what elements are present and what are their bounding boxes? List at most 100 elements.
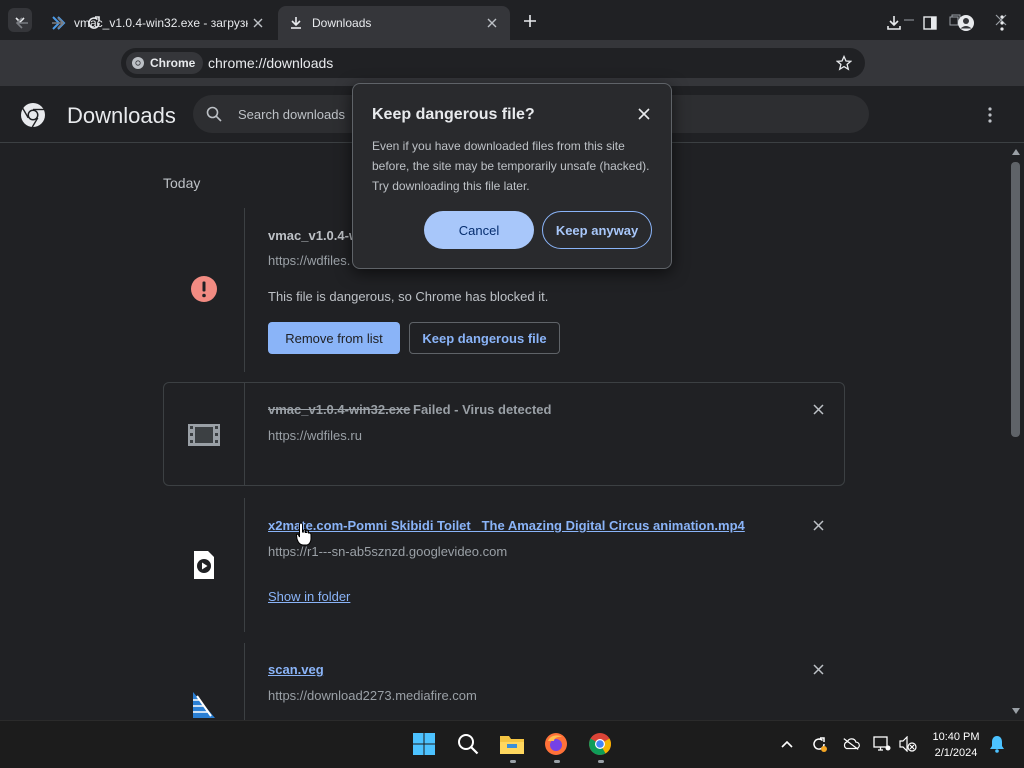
chrome-menu-button[interactable] [990,11,1014,35]
taskbar-search-button[interactable] [453,729,483,759]
download-filename-link[interactable]: x2mate.com-Pomni Skibidi Toilet _The Ama… [268,518,745,533]
remove-from-list-button[interactable]: Remove from list [268,322,400,354]
triangle-up-icon [1012,149,1020,155]
download-icon [887,16,901,30]
download-source: https://r1---sn-ab5sznzd.googlevideo.com [268,544,508,559]
notifications-button[interactable] [988,735,1006,753]
tab-downloads[interactable]: Downloads [278,6,510,40]
remove-item-button[interactable] [810,661,826,677]
side-panel-button[interactable] [918,11,942,35]
volume-muted-icon [899,736,917,752]
sync-tray-button[interactable] [810,735,828,753]
video-file-icon [188,549,220,581]
reload-button[interactable] [82,11,106,35]
dialog-body: Even if you have downloaded files from t… [372,139,650,193]
keep-anyway-button[interactable]: Keep anyway [542,211,652,249]
clock-date: 2/1/2024 [934,747,978,759]
download-source: https://wdfiles. [268,253,351,268]
dialog-title: Keep dangerous file? [372,106,535,123]
film-file-icon [188,419,220,451]
item-divider [244,383,245,485]
arrow-left-icon [15,17,28,29]
download-filename: vmac_v1.0.4-w [268,228,360,243]
windows-start-button[interactable] [409,729,439,759]
remove-item-button[interactable] [810,401,826,417]
search-input[interactable]: Search downloads [238,107,345,122]
profile-button[interactable] [954,11,978,35]
bell-icon [990,736,1004,753]
url-text[interactable]: chrome://downloads [208,55,333,71]
running-indicator [510,760,516,763]
item-divider [244,498,245,632]
tray-overflow-button[interactable] [778,735,796,753]
chrome-taskbar-button[interactable] [585,729,615,759]
dialog-close-button[interactable] [636,106,652,122]
download-filename-link[interactable]: scan.veg [268,662,324,677]
chrome-logo-icon [20,102,46,128]
onedrive-tray-button[interactable] [842,735,860,753]
side-panel-icon [923,16,937,30]
keep-dangerous-file-button[interactable]: Keep dangerous file [409,322,560,354]
folder-icon [500,736,524,754]
running-indicator [554,760,560,763]
item-divider [244,208,245,372]
scrollbar-thumb[interactable] [1011,162,1020,437]
page-title: Downloads [67,103,176,128]
site-chip[interactable]: Chrome [126,52,204,74]
network-icon [873,736,891,751]
show-in-folder-link[interactable]: Show in folder [268,589,350,604]
search-icon [206,106,222,122]
new-tab-button[interactable] [519,10,541,32]
downloads-more-button[interactable] [980,103,1000,127]
chrome-icon [589,733,611,755]
forward-button[interactable] [46,11,70,35]
close-icon[interactable] [248,13,268,33]
taskbar-clock[interactable]: 10:40 PM 2/1/2024 [928,729,984,761]
download-source: https://download2273.mediafire.com [268,688,477,703]
running-indicator [598,760,604,763]
chrome-icon [130,55,146,71]
danger-message: This file is dangerous, so Chrome has bl… [268,289,549,304]
download-filename: vmac_v1.0.4-win32.exe [268,402,411,417]
chevron-up-icon [781,740,793,748]
item-divider [244,643,245,720]
tab-title: Downloads [312,16,372,30]
close-icon [812,403,824,415]
tab-vmac[interactable]: vmac_v1.0.4-win32.exe - загрузка [38,6,276,40]
date-section-label: Today [163,175,201,191]
arrow-right-icon [52,17,65,29]
download-card [163,382,845,486]
windows-icon [413,733,435,755]
close-icon [812,663,824,675]
volume-tray-button[interactable] [899,735,917,753]
bookmark-star-button[interactable] [833,52,855,74]
clock-time: 10:40 PM [932,731,980,743]
close-icon[interactable] [482,13,502,33]
network-tray-button[interactable] [873,735,891,753]
more-vert-icon [988,107,992,123]
remove-item-button[interactable] [810,517,826,533]
firefox-icon [545,733,567,755]
sync-icon [813,737,827,752]
dialog-cancel-button[interactable]: Cancel [424,211,534,249]
download-status: Failed - Virus detected [413,402,552,417]
star-icon [836,55,852,71]
downloads-toolbar-button[interactable] [882,11,906,35]
vegas-file-icon [188,690,220,720]
scroll-down-arrow[interactable] [1010,706,1022,716]
hand-cursor-icon [295,522,312,546]
scroll-up-arrow[interactable] [1010,147,1022,157]
download-source: https://wdfiles.ru [268,428,362,443]
search-icon [458,734,479,755]
firefox-button[interactable] [541,729,571,759]
profile-icon [958,15,974,31]
chip-label: Chrome [150,56,196,70]
warning-icon [188,273,220,305]
back-button[interactable] [10,11,34,35]
file-explorer-button[interactable] [497,729,527,759]
close-icon [812,519,824,531]
cloud-offline-icon [843,738,860,750]
plus-icon [524,15,536,27]
triangle-down-icon [1012,708,1020,714]
reload-icon [88,16,100,29]
